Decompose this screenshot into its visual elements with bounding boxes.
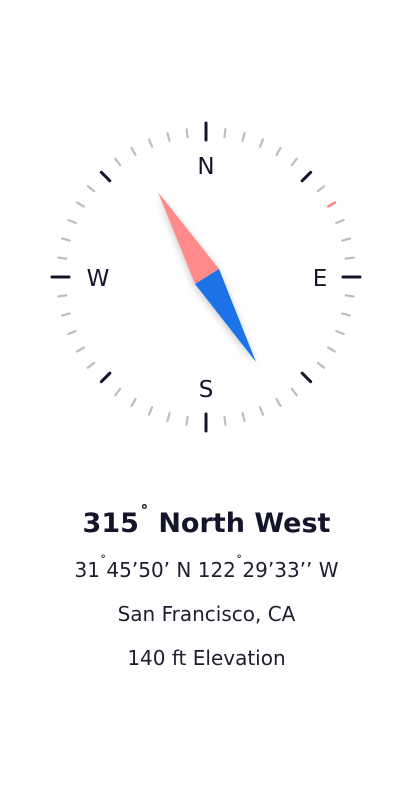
minor-tick [241,131,246,142]
compass-label-south: S [199,377,214,403]
minor-tick [275,398,282,408]
compass-label-east: E [313,266,328,292]
minor-tick [67,329,77,336]
minor-tick [241,412,246,423]
heading-readout: 315˚ North West [0,500,413,548]
minor-tick [344,256,355,260]
minor-tick [166,412,171,423]
minor-tick [335,218,345,225]
minor-tick [67,218,77,225]
minor-tick [316,185,326,193]
minor-tick [86,361,96,369]
needle-south-half [195,269,256,362]
minor-tick [258,406,265,416]
minor-tick [223,415,227,426]
minor-tick [290,157,298,167]
minor-tick [130,146,137,156]
reading-panel: 315˚ North West 31˚45’50’ N 122˚29’33’’ … [0,500,413,680]
minor-tick [147,138,154,148]
minor-tick [86,185,96,193]
minor-tick [185,415,189,426]
needle-north-half [158,192,219,284]
compass-dial-graphic: N E S W [50,121,362,433]
intercardinal-tick [99,371,112,384]
minor-tick [57,256,68,260]
minor-tick [60,312,71,317]
minor-tick [75,201,85,208]
minor-tick [60,237,71,242]
minor-tick [341,312,352,317]
minor-tick [223,128,227,139]
minor-tick [114,387,122,397]
minor-tick [166,131,171,142]
compass-needle-icon [158,192,256,362]
minor-tick [57,294,68,298]
location-name: San Francisco, CA [117,602,296,626]
minor-tick [275,146,282,156]
minor-tick [185,128,189,139]
longitude-degrees: 122 [197,558,236,582]
latitude-rest: 45’50’ N [106,558,192,582]
heading-degree-symbol: ˚ [139,504,149,525]
intercardinal-tick [300,170,313,183]
coordinates: 31˚45’50’ N 122˚29’33’’ W [0,548,413,592]
minor-tick [316,361,326,369]
intercardinal-tick [99,170,112,183]
minor-tick [335,329,345,336]
minor-tick [75,346,85,353]
minor-tick [327,346,337,353]
compass-label-north: N [197,154,214,180]
minor-tick [114,157,122,167]
heading-degrees: 315 [82,508,139,539]
elevation-readout: 140 ft Elevation [127,646,286,670]
minor-tick [258,138,265,148]
minor-tick [344,294,355,298]
latitude-degrees: 31 [74,558,100,582]
heading-direction: North West [158,508,331,539]
intercardinal-tick [300,371,313,384]
minor-tick [341,237,352,242]
minor-tick [147,406,154,416]
compass-dial: N E S W [50,121,362,433]
minor-tick [290,387,298,397]
longitude-rest: 29’33’’ W [242,558,339,582]
heading-tick [327,201,337,208]
minor-tick [130,398,137,408]
compass-label-west: W [87,266,110,292]
